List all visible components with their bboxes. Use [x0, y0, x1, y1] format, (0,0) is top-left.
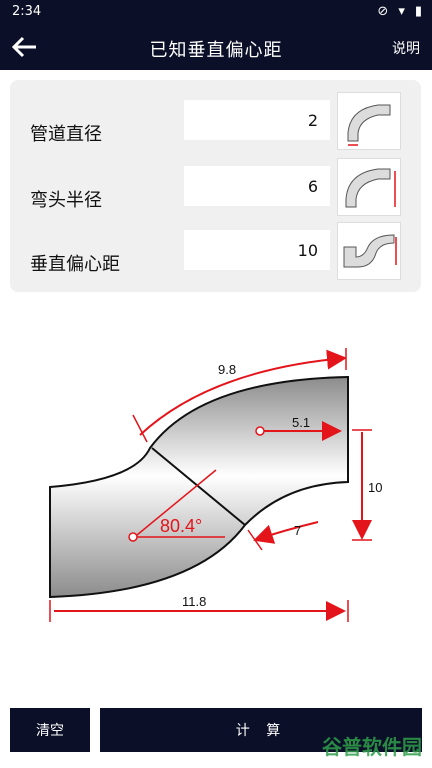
center-point-lower [128, 532, 138, 542]
pipe-diameter-label: 管道直径 [30, 124, 102, 145]
pipe-diameter-input[interactable] [184, 100, 330, 140]
center-point-upper [255, 426, 265, 436]
vertical-offset-input[interactable] [184, 230, 330, 270]
page-title: 已知垂直偏心距 [149, 40, 283, 61]
wifi-icon: ▾ [398, 4, 405, 19]
lower-length-text: 7 [294, 523, 301, 538]
bend-radius-row: 弯头半径 [10, 158, 421, 228]
bend-radius-label: 弯头半径 [30, 190, 102, 211]
status-bar: 2:34 ⊘ ▾ ▮ [0, 0, 432, 24]
bend-radius-input[interactable] [184, 166, 330, 206]
status-time: 2:34 [12, 4, 42, 19]
watermark: 谷普软件园 [322, 735, 422, 759]
vertical-offset-label: 垂直偏心距 [30, 254, 120, 275]
battery-icon: ▮ [414, 4, 422, 19]
bend-radius-thumbnail [337, 158, 401, 216]
pipe-diameter-row: 管道直径 [10, 92, 421, 162]
angle-text: 80.4° [160, 516, 202, 536]
status-icons: ⊘ ▾ ▮ [377, 4, 422, 19]
lower-length-arrow [253, 521, 319, 544]
notifications-off-icon: ⊘ [377, 4, 389, 19]
top-length-text: 9.8 [218, 362, 236, 377]
app-bar: 已知垂直偏心距 说明 [0, 24, 432, 70]
offset-text: 5.1 [292, 415, 310, 430]
vertical-offset-text: 10 [368, 480, 382, 495]
clear-button[interactable]: 清空 [10, 708, 90, 752]
input-card: 管道直径 弯头半径 垂直偏心距 [10, 80, 421, 292]
vertical-offset-row: 垂直偏心距 [10, 222, 421, 292]
help-button[interactable]: 说明 [392, 38, 420, 58]
offset-diagram: 9.8 5.1 10 80.4° 7 11.8 [0, 330, 432, 640]
pipe-diameter-thumbnail [337, 92, 401, 150]
bottom-bar: 清空 计 算 谷普软件园 [0, 700, 432, 768]
bottom-length-text: 11.8 [182, 594, 206, 609]
vertical-offset-thumbnail [337, 222, 401, 280]
